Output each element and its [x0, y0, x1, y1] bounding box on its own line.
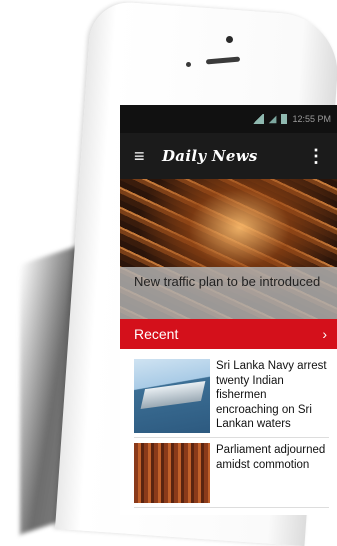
- app-bar: ≡ Daily News ⋮: [120, 133, 337, 179]
- recent-section-title: Recent: [134, 326, 179, 342]
- status-time: 12:55 PM: [292, 114, 331, 124]
- phone-screen: ◢ 12:55 PM ≡ Daily News ⋮ New traffic pl…: [120, 105, 337, 515]
- chevron-right-icon[interactable]: ›: [322, 326, 327, 342]
- hero-story[interactable]: New traffic plan to be introduced: [120, 179, 337, 319]
- proximity-sensor: [186, 62, 191, 67]
- battery-icon: [281, 114, 288, 124]
- hero-headline[interactable]: New traffic plan to be introduced: [120, 267, 337, 319]
- signal-icon: [251, 114, 264, 124]
- news-item[interactable]: Sri Lanka Navy arrest twenty Indian fish…: [134, 359, 329, 438]
- news-thumbnail-parliament[interactable]: [134, 443, 210, 503]
- hamburger-menu-icon[interactable]: ≡: [134, 146, 154, 167]
- app-logo[interactable]: Daily News: [162, 147, 258, 165]
- front-camera: [226, 36, 233, 43]
- news-item[interactable]: Parliament adjourned amidst commotion: [134, 443, 329, 508]
- wifi-icon: ◢: [268, 113, 277, 125]
- status-bar: ◢ 12:55 PM: [120, 105, 337, 133]
- news-list: Sri Lanka Navy arrest twenty Indian fish…: [120, 349, 337, 508]
- recent-section-header[interactable]: Recent ›: [120, 319, 337, 349]
- news-headline[interactable]: Parliament adjourned amidst commotion: [216, 443, 329, 503]
- news-thumbnail-navy[interactable]: [134, 359, 210, 433]
- news-headline[interactable]: Sri Lanka Navy arrest twenty Indian fish…: [216, 359, 329, 433]
- overflow-menu-icon[interactable]: ⋮: [307, 146, 325, 167]
